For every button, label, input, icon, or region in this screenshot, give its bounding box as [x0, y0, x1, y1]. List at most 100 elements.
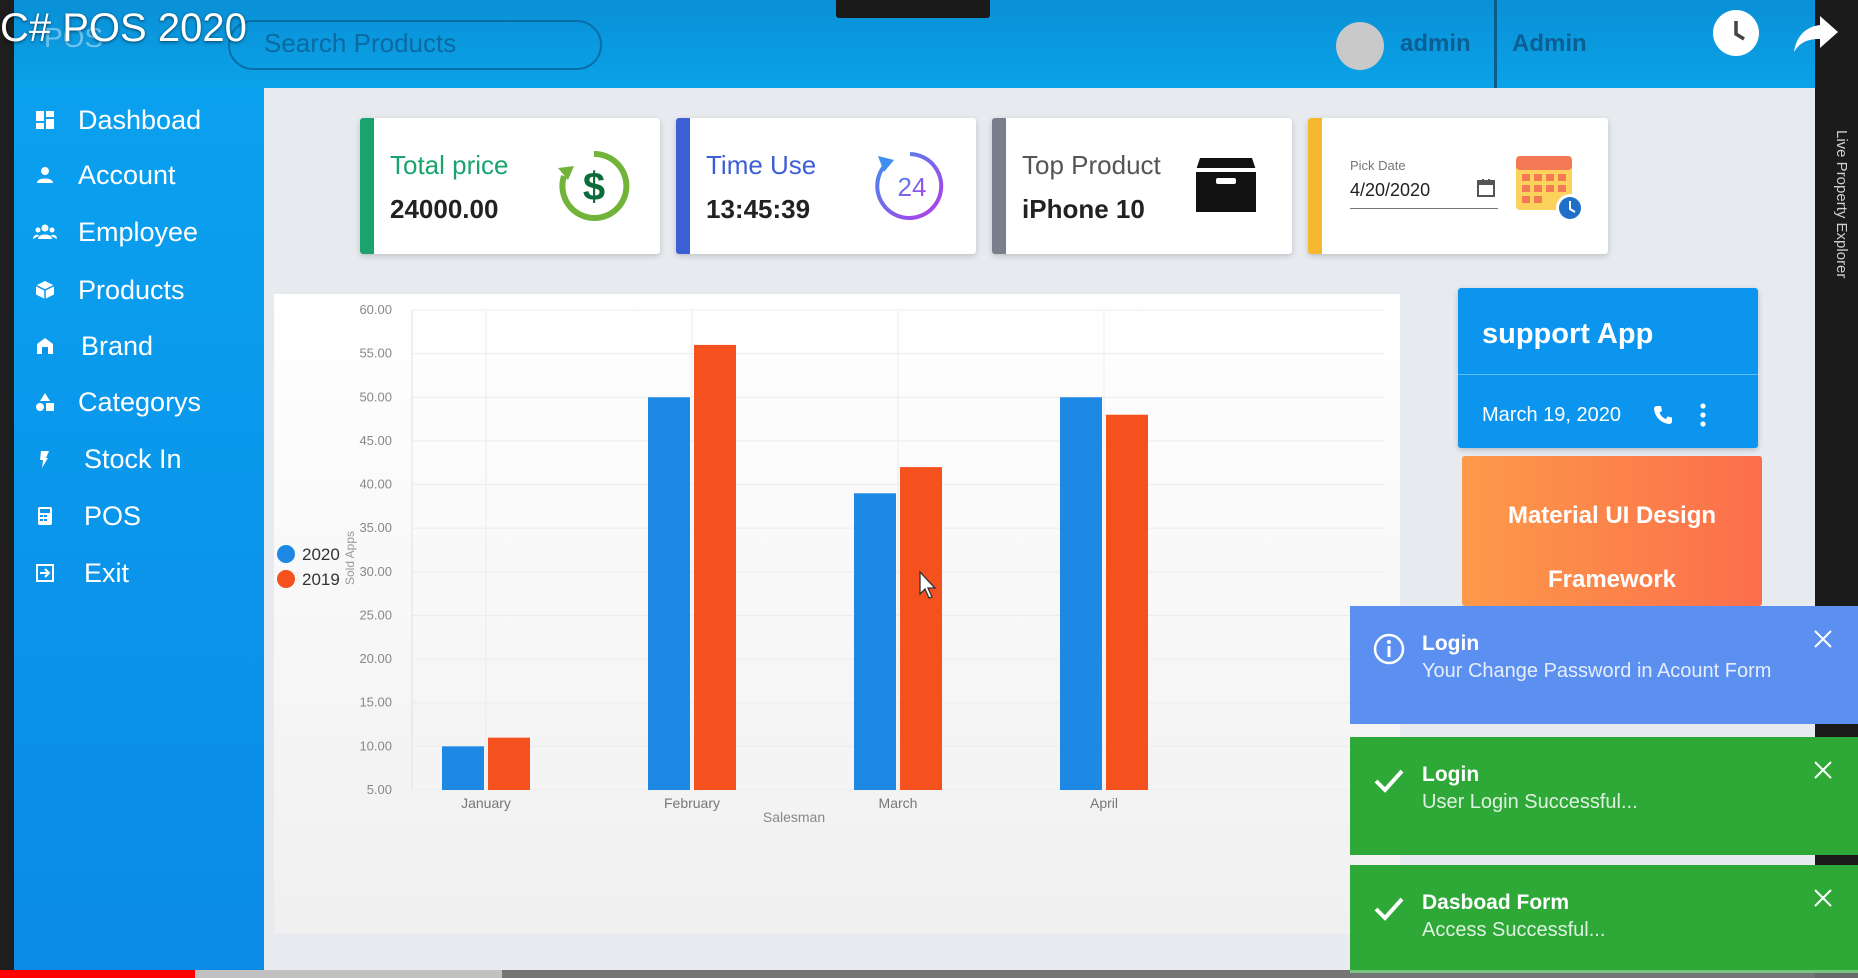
- top-product-card: Top Product iPhone 10: [992, 118, 1292, 254]
- y-tick-label: 15.00: [359, 695, 392, 710]
- close-icon[interactable]: [1812, 887, 1834, 909]
- time-use-card: Time Use 13:45:39 24: [676, 118, 976, 254]
- search-placeholder: Search Products: [264, 28, 457, 58]
- material-line-2: Framework: [1547, 566, 1677, 593]
- material-ui-card: Material UI Design Framework: [1462, 456, 1762, 606]
- sidebar-item-label: Categorys: [78, 386, 202, 417]
- y-tick-label: 10.00: [359, 738, 392, 753]
- legend-label: 2020: [302, 545, 340, 564]
- screen: POS Search Products admin Admin Dashboad…: [0, 0, 1858, 978]
- card-accent: [360, 118, 374, 254]
- sidebar-item-categories[interactable]: Categorys: [14, 377, 264, 427]
- left-editor-strip: [0, 0, 14, 978]
- sidebar-item-products[interactable]: Products: [14, 265, 264, 315]
- bar-2019-february: [694, 344, 736, 790]
- x-tick-label: April: [1090, 795, 1118, 811]
- support-app-card: support App March 19, 2020: [1458, 288, 1758, 448]
- support-date: March 19, 2020: [1482, 404, 1621, 426]
- sales-chart: 5.00 10.00 15.00 20.00 25.00 30.00 35.00 40.00 4…: [274, 294, 1400, 934]
- stock-in-icon: [30, 444, 60, 474]
- y-tick-label: 45.00: [359, 433, 392, 448]
- material-line-1: Material UI Design: [1507, 502, 1717, 529]
- sidebar-item-exit[interactable]: Exit: [14, 548, 264, 598]
- sidebar-item-dashboard[interactable]: Dashboad: [14, 95, 264, 145]
- card-accent: [992, 118, 1006, 254]
- live-property-explorer-label[interactable]: Live Property Explorer: [1833, 130, 1850, 278]
- window-handle: [836, 0, 990, 18]
- video-title: C# POS 2020: [0, 6, 247, 50]
- sidebar-item-pos[interactable]: POS: [14, 491, 264, 541]
- notification-message: Your Change Password in Acount Form: [1422, 660, 1772, 682]
- close-icon[interactable]: [1812, 759, 1834, 781]
- products-icon: [30, 275, 60, 305]
- sidebar-item-label: Dashboad: [78, 104, 202, 135]
- sidebar-item-employee[interactable]: Employee: [14, 207, 264, 257]
- top-bar: POS Search Products admin Admin: [14, 0, 1815, 88]
- bar-2019-january: [488, 737, 530, 790]
- close-icon[interactable]: [1812, 628, 1834, 650]
- pos-icon: [30, 501, 60, 531]
- y-tick-label: 25.00: [359, 607, 392, 622]
- material-card-text: Material UI Design Framework: [1462, 484, 1762, 612]
- sidebar-item-account[interactable]: Account: [14, 150, 264, 200]
- archive-box-icon: [1196, 158, 1256, 212]
- bar-2020-february: [648, 397, 690, 790]
- sidebar-item-label: Products: [78, 274, 185, 305]
- user-role[interactable]: Admin: [1512, 30, 1587, 58]
- x-axis-title: Salesman: [763, 809, 825, 825]
- notification-success: Login User Login Successful...: [1350, 737, 1858, 855]
- card-title: Total price: [390, 150, 509, 180]
- pick-date-label: Pick Date: [1350, 158, 1406, 173]
- dashboard-icon: [30, 105, 60, 135]
- sidebar-item-label: Stock In: [84, 443, 182, 474]
- bar-2020-january: [442, 746, 484, 790]
- svg-text:$: $: [583, 165, 605, 209]
- calendar-clock-icon: [1516, 156, 1584, 222]
- notification-message: User Login Successful...: [1422, 791, 1638, 813]
- pick-date-input[interactable]: 4/20/2020: [1350, 180, 1430, 201]
- legend-swatch-2019: [277, 570, 295, 588]
- info-icon: [1373, 633, 1405, 665]
- card-title: Top Product: [1022, 150, 1161, 180]
- watch-later-icon[interactable]: [1713, 10, 1759, 56]
- share-icon[interactable]: [1792, 12, 1840, 56]
- card-accent: [1308, 118, 1322, 254]
- sidebar-item-label: Employee: [78, 216, 199, 247]
- y-tick-label: 55.00: [359, 346, 392, 361]
- sidebar-item-brand[interactable]: Brand: [14, 321, 264, 371]
- clock-24-icon: 24: [875, 152, 944, 220]
- y-tick-label: 30.00: [359, 564, 392, 579]
- bar-2019-march: [900, 467, 942, 790]
- phone-icon[interactable]: [1652, 404, 1674, 426]
- card-value: iPhone 10: [1022, 194, 1145, 224]
- employee-icon: [30, 217, 60, 247]
- x-tick-label: February: [664, 795, 720, 811]
- video-progress-fill[interactable]: [0, 970, 196, 978]
- user-name[interactable]: admin: [1400, 30, 1471, 58]
- notification-message: Access Successful...: [1422, 919, 1606, 941]
- calendar-small-icon[interactable]: [1476, 178, 1496, 198]
- notification-info: Login Your Change Password in Acount For…: [1350, 606, 1858, 724]
- y-tick-label: 20.00: [359, 651, 392, 666]
- categories-icon: [30, 387, 60, 417]
- card-accent: [676, 118, 690, 254]
- sidebar-item-label: Exit: [84, 557, 130, 588]
- more-vertical-icon[interactable]: [1698, 402, 1708, 428]
- card-value: 24000.00: [390, 194, 499, 224]
- notification-title: Dasboad Form: [1422, 891, 1570, 914]
- y-tick-label: 50.00: [359, 389, 392, 404]
- y-tick-label: 40.00: [359, 477, 392, 492]
- avatar[interactable]: [1336, 22, 1384, 70]
- y-tick-label: 60.00: [359, 302, 392, 317]
- check-icon: [1374, 897, 1404, 921]
- total-price-card: Total price 24000.00 $: [360, 118, 660, 254]
- x-tick-label: January: [461, 795, 511, 811]
- video-buffer-bar: [195, 970, 502, 978]
- exit-icon: [30, 558, 60, 588]
- sidebar-item-label: POS: [84, 500, 142, 531]
- bar-2020-march: [854, 493, 896, 790]
- y-tick-label: 5.00: [367, 782, 392, 797]
- y-axis-title: Sold Apps: [343, 531, 357, 585]
- sidebar-item-label: Brand: [81, 330, 154, 361]
- sidebar-item-stock-in[interactable]: Stock In: [14, 434, 264, 484]
